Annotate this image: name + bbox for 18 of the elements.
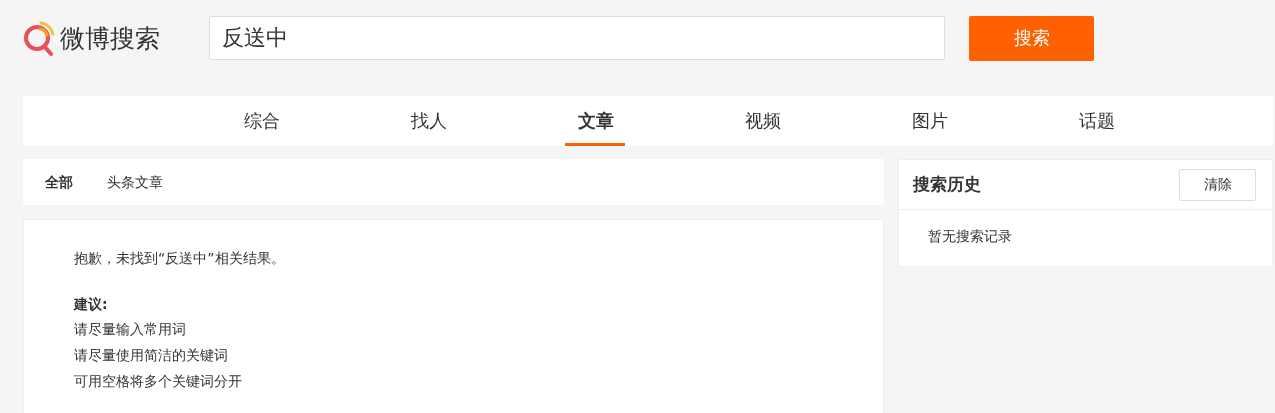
tab[interactable]: 文章: [512, 96, 679, 146]
suggestion-text: 可用空格将多个关键词分开: [74, 372, 243, 391]
history-title: 搜索历史: [913, 173, 981, 196]
subtab[interactable]: 头条文章: [107, 159, 163, 205]
tab[interactable]: 综合: [178, 96, 345, 146]
logo-text: 微博搜索: [60, 22, 160, 55]
suggestion-text: 请尽量输入常用词: [74, 320, 187, 339]
logo-icon: [22, 19, 56, 57]
tab[interactable]: 视频: [679, 96, 846, 146]
clear-button[interactable]: 清除: [1179, 168, 1256, 201]
no-results-message: 抱歉，未找到“反送中”相关结果。: [74, 249, 286, 268]
suggestion-text: 请尽量使用简洁的关键词: [74, 346, 229, 365]
empty-history-text: 暂无搜索记录: [927, 227, 1013, 246]
tab[interactable]: 话题: [1013, 96, 1180, 146]
suggestion-title: 建议:: [74, 295, 109, 314]
search-field[interactable]: 反送中: [209, 16, 945, 60]
tab[interactable]: 图片: [846, 96, 1013, 146]
tab[interactable]: 找人: [345, 96, 512, 146]
